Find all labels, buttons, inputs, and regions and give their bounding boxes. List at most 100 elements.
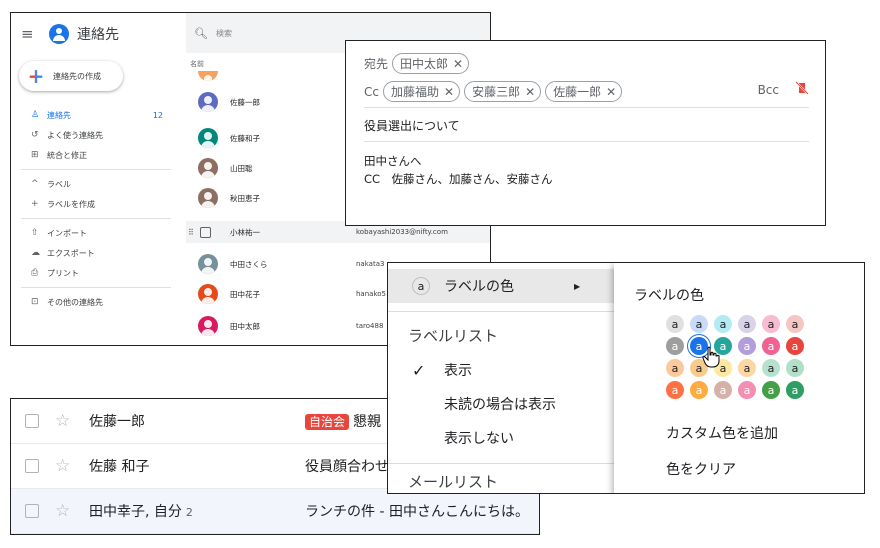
swatch-row: aaaaaa: [666, 315, 810, 337]
cc-chip[interactable]: 安藤三郎 ✕: [464, 81, 542, 102]
nav-label: インポート: [47, 228, 87, 238]
column-header-name: 名前: [190, 60, 204, 68]
nav-contacts[interactable]: ♙ 連絡先 12: [11, 105, 181, 125]
color-swatch[interactable]: a: [690, 381, 708, 399]
nav-print[interactable]: ⎙ プリント: [11, 263, 181, 283]
app-title: 連絡先: [77, 27, 119, 43]
contact-email: hanako5: [356, 290, 386, 298]
nav-merge[interactable]: ⊞ 統合と修正: [11, 145, 181, 165]
contact-name: 佐藤一郎: [230, 97, 260, 107]
menu-item-hide[interactable]: 表示しない: [388, 421, 614, 455]
nav-frequent[interactable]: ↺ よく使う連絡先: [11, 125, 181, 145]
attachment-off-icon[interactable]: [795, 81, 809, 95]
star-icon[interactable]: ☆: [55, 501, 70, 521]
select-checkbox[interactable]: [25, 459, 39, 473]
nav-export[interactable]: ☁ エクスポート: [11, 243, 181, 263]
color-swatch[interactable]: a: [738, 381, 756, 399]
color-swatch[interactable]: a: [666, 337, 684, 355]
remove-chip-icon[interactable]: ✕: [606, 85, 616, 99]
body-line[interactable]: 田中さんへ: [364, 153, 422, 169]
menu-item-label: 未読の場合は表示: [444, 397, 556, 413]
subject-field[interactable]: 役員選出について: [364, 117, 460, 134]
cc-chip[interactable]: 佐藤一郎 ✕: [545, 81, 623, 102]
create-contact-label: 連絡先の作成: [53, 71, 101, 81]
color-swatch[interactable]: a: [690, 315, 708, 333]
mail-row[interactable]: ☆ 田中幸子, 自分 2 ランチの件 - 田中さんこんにちは。: [11, 489, 539, 534]
recipient-chip[interactable]: 田中太郎 ✕: [392, 53, 470, 74]
sender: 佐藤 和子: [89, 456, 149, 476]
star-icon[interactable]: ☆: [55, 411, 70, 431]
to-label: 宛先: [364, 57, 389, 71]
label-letter-icon: a: [412, 277, 430, 295]
nav-create-label[interactable]: + ラベルを作成: [11, 194, 181, 214]
avatar: [198, 284, 218, 304]
search-icon[interactable]: 🔍︎: [194, 27, 208, 40]
cc-row[interactable]: Cc 加藤福助 ✕ 安藤三郎 ✕ 佐藤一郎 ✕: [364, 81, 623, 102]
color-swatch[interactable]: a: [762, 359, 780, 377]
contacts-count: 12: [152, 110, 163, 120]
color-swatch[interactable]: a: [762, 337, 780, 355]
color-swatch[interactable]: a: [666, 359, 684, 377]
color-swatch[interactable]: a: [738, 315, 756, 333]
search-input[interactable]: 検索: [216, 28, 232, 39]
create-contact-button[interactable]: + 連絡先の作成: [19, 61, 123, 91]
clear-color-button[interactable]: 色をクリア: [666, 459, 736, 479]
to-row[interactable]: 宛先 田中太郎 ✕: [364, 53, 470, 74]
nav-other-contacts[interactable]: ⊡ その他の連絡先: [11, 292, 181, 312]
plus-icon: +: [27, 64, 45, 88]
sender-name: 佐藤一郎: [89, 414, 145, 430]
chip-label: 佐藤一郎: [553, 85, 602, 99]
color-swatch[interactable]: a: [786, 315, 804, 333]
color-swatch[interactable]: a: [762, 381, 780, 399]
color-swatch[interactable]: a: [738, 359, 756, 377]
bcc-button[interactable]: Bcc: [758, 83, 779, 97]
contacts-logo-icon: [49, 24, 69, 44]
remove-chip-icon[interactable]: ✕: [444, 85, 454, 99]
subject-text: 役員顔合わせ: [305, 459, 389, 475]
submenu-title: ラベルの色: [634, 288, 704, 304]
color-swatch[interactable]: a: [714, 315, 732, 333]
menu-icon[interactable]: ≡: [21, 25, 39, 43]
color-swatch[interactable]: a: [666, 315, 684, 333]
menu-item-show-if-unread[interactable]: 未読の場合は表示: [388, 387, 614, 421]
color-swatch[interactable]: a: [786, 381, 804, 399]
remove-chip-icon[interactable]: ✕: [525, 85, 535, 99]
mail-subject: 自治会 懇親: [305, 411, 381, 431]
menu-item-label: 表示: [444, 363, 472, 379]
select-checkbox[interactable]: [200, 226, 211, 238]
nav-label: 連絡先: [47, 110, 71, 120]
nav-label: 統合と修正: [47, 150, 87, 160]
star-icon[interactable]: ☆: [55, 456, 70, 476]
select-checkbox[interactable]: [25, 504, 39, 518]
color-swatch[interactable]: a: [738, 337, 756, 355]
menu-item-label-color[interactable]: a ラベルの色 ▶: [388, 269, 614, 303]
contact-name: 田中太郎: [230, 321, 260, 331]
select-checkbox[interactable]: [25, 414, 39, 428]
add-icon: +: [31, 199, 39, 209]
add-custom-color-button[interactable]: カスタム色を追加: [666, 423, 778, 443]
color-swatch[interactable]: a: [762, 315, 780, 333]
nav-label: ラベル: [47, 179, 71, 189]
body-line[interactable]: CC 佐藤さん、加藤さん、安藤さん: [364, 171, 553, 187]
color-swatch[interactable]: a: [666, 381, 684, 399]
nav-labels-toggle[interactable]: ^ ラベル: [11, 174, 181, 194]
color-swatch[interactable]: a: [786, 337, 804, 355]
cc-label: Cc: [364, 84, 379, 99]
compose-window: 宛先 田中太郎 ✕ Cc 加藤福助 ✕ 安藤三郎 ✕ 佐藤一郎 ✕ Bcc 役員選出につ…: [345, 40, 826, 226]
color-swatch[interactable]: a: [714, 381, 732, 399]
contacts-sidebar: ≡ 連絡先 + 連絡先の作成 ♙ 連絡先 12 ↺ よく使う連絡先 ⊞ 統合と修…: [11, 13, 181, 345]
nav-label: その他の連絡先: [47, 297, 103, 307]
mail-subject: ランチの件 - 田中さんこんにちは。: [305, 501, 529, 521]
nav-label: ラベルを作成: [47, 199, 95, 209]
cc-chip[interactable]: 加藤福助 ✕: [382, 81, 461, 102]
menu-item-show[interactable]: ✓ 表示: [388, 353, 614, 387]
label-tag[interactable]: 自治会: [305, 414, 350, 430]
nav-import[interactable]: ⇧ インポート: [11, 223, 181, 243]
remove-chip-icon[interactable]: ✕: [453, 57, 463, 71]
color-swatch[interactable]: a: [786, 359, 804, 377]
chip-label: 田中太郎: [400, 57, 449, 71]
drag-handle-icon[interactable]: ⠿: [188, 228, 194, 237]
contacts-nav: ♙ 連絡先 12 ↺ よく使う連絡先 ⊞ 統合と修正 ^ ラベル + ラベルを作…: [11, 105, 181, 312]
avatar: [198, 128, 218, 148]
upload-icon: ⇧: [31, 228, 39, 238]
